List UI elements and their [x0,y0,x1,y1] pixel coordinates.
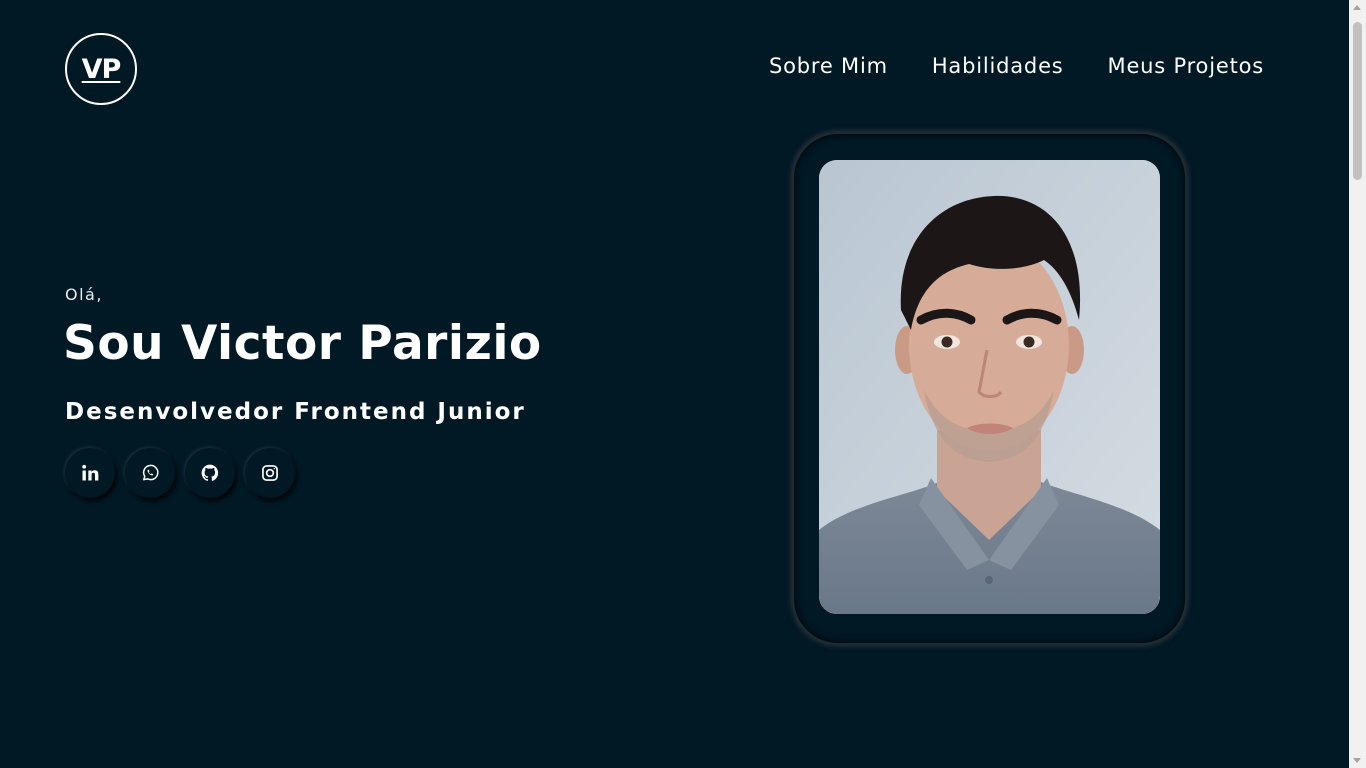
instagram-button[interactable] [245,448,295,498]
nav-link-habilidades[interactable]: Habilidades [932,54,1064,78]
github-icon [201,464,219,481]
scroll-down-arrow-icon[interactable] [1353,758,1361,763]
scroll-up-arrow-icon[interactable] [1353,5,1361,10]
scrollbar-thumb[interactable] [1353,22,1362,180]
nav-link-meus-projetos[interactable]: Meus Projetos [1108,54,1264,78]
hero-greeting: Olá, [65,285,103,304]
whatsapp-button[interactable] [125,448,175,498]
logo-text: VP [81,53,122,85]
nav-link-sobre-mim[interactable]: Sobre Mim [769,54,888,78]
page-scrollbar[interactable] [1349,0,1366,768]
github-button[interactable] [185,448,235,498]
hero-name: Sou Victor Parizio [63,316,542,371]
logo[interactable]: VP [65,33,137,105]
main-nav: Sobre Mim Habilidades Meus Projetos [769,54,1264,78]
profile-photo [819,160,1160,614]
social-links [65,448,295,498]
linkedin-button[interactable] [65,448,115,498]
hero-role: Desenvolvedor Frontend Junior [65,399,526,425]
linkedin-icon [82,464,99,481]
instagram-icon [262,465,278,481]
page: VP Sobre Mim Habilidades Meus Projetos O… [0,0,1366,768]
whatsapp-icon [142,464,159,481]
